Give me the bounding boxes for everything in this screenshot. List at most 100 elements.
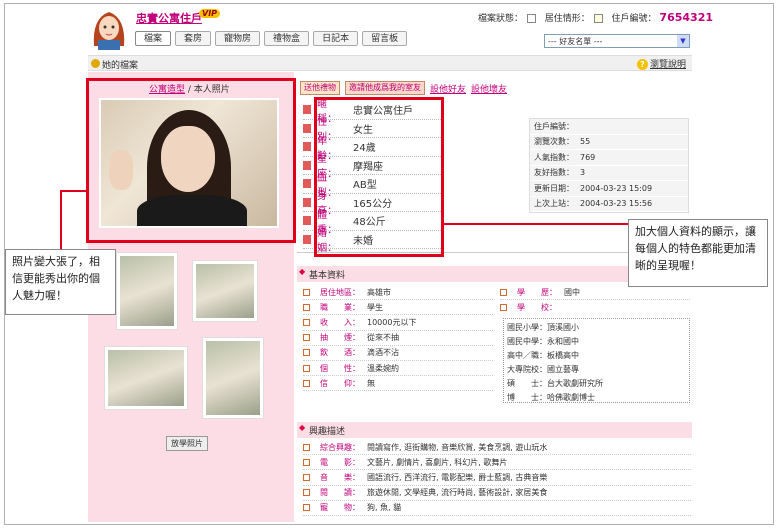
stat-value: 2004-03-23 15:09 <box>580 183 653 193</box>
vip-badge: VIP <box>199 9 221 18</box>
plus-icon <box>303 234 312 244</box>
invite-roommate-button[interactable]: 邀請他成爲我的室友 <box>345 81 425 95</box>
thumbnail-photo[interactable] <box>192 260 258 322</box>
user-avatar[interactable] <box>88 6 130 50</box>
field-value: 國語流行, 西洋流行, 電影配樂, 爵士藍調, 古典音樂 <box>367 472 548 482</box>
stat-label: 住戶編號： <box>534 121 574 131</box>
field-label: 居住地區： <box>303 287 367 298</box>
stat-label: 更新日期： <box>534 183 574 193</box>
thumbnail-photo[interactable] <box>104 346 188 410</box>
list-item: 飲 酒： 滴酒不沾 <box>303 346 493 361</box>
field-label: 電 影： <box>303 457 367 468</box>
bullet-icon <box>303 364 310 372</box>
stat-value: 3 <box>580 168 586 178</box>
field-label-text: 信 仰： <box>320 378 360 388</box>
field-label: 綜合興趣： <box>303 442 367 453</box>
site-name[interactable]: 忠實公寓住戶 <box>136 10 202 26</box>
field-label-text: 電 影： <box>320 457 360 467</box>
field-value: 國中 <box>564 287 580 297</box>
field-value: 溫柔婉約 <box>367 363 399 373</box>
stat-value: 55 <box>580 137 591 147</box>
tab-gift-box[interactable]: 禮物盒 <box>264 31 310 46</box>
tab-guestbook[interactable]: 留言板 <box>362 31 408 46</box>
field-label-text: 職 業： <box>320 302 360 312</box>
profile-bar: 她的檔案 ? 瀏覽說明 <box>88 55 692 71</box>
field-label-text: 居住地區： <box>320 287 360 297</box>
list-item: 電 影： 文藝片, 劇情片, 喜劇片, 科幻片, 歌舞片 <box>303 455 691 471</box>
list-item: 國民中學：永和國中 <box>507 337 579 346</box>
basic-info: 居住地區： 高雄市 職 業： 學生 收 入： 10000元以下 抽 煙： 從來不抽 飲 … <box>303 285 493 392</box>
stat-label: 友好指數： <box>534 168 574 178</box>
resident-id-label: 住戶編號： <box>611 14 657 24</box>
field-value: 閱讀寫作, 逛街購物, 音樂欣賞, 美食烹調, 遊山玩水 <box>367 442 548 452</box>
field-label: 飲 酒： <box>303 347 367 358</box>
action-bar: 送他禮物 邀請他成爲我的室友 設他好友 設他壞友 <box>300 81 507 95</box>
tab-pet-room[interactable]: 寵物房 <box>215 31 261 46</box>
help-link[interactable]: ? 瀏覽說明 <box>636 57 686 70</box>
status-label: 檔案狀態： <box>478 14 524 24</box>
bullet-icon <box>303 504 310 512</box>
field-value: 無 <box>367 378 375 388</box>
thumbnail-image <box>108 350 184 406</box>
stat-row: 更新日期： 2004-03-23 15:09 <box>530 181 688 197</box>
field-label: 信 仰： <box>303 378 367 389</box>
bullet-icon <box>303 318 310 326</box>
bullet-icon <box>303 288 310 296</box>
field-value: 高雄市 <box>367 287 391 297</box>
field-label: 收 入： <box>303 317 367 328</box>
list-item: 博 士：哈佛歌劇博士 <box>507 393 595 402</box>
tab-suite[interactable]: 套房 <box>175 31 212 46</box>
field-label: 閱 讀： <box>303 487 367 498</box>
send-gift-button[interactable]: 送他禮物 <box>300 81 340 95</box>
stat-label: 人氣指數： <box>534 152 574 162</box>
field-label: 音 樂： <box>303 472 367 483</box>
profile-bar-title: 她的檔案 <box>102 61 139 71</box>
thumbnail-photo[interactable] <box>116 252 178 330</box>
field-label-text: 音 樂： <box>320 472 360 482</box>
field-label-text: 綜合興趣： <box>320 442 360 452</box>
field-label: 寵 物： <box>303 502 367 513</box>
set-bad-friend-link[interactable]: 設他壞友 <box>471 82 507 95</box>
field-label: 抽 煙： <box>303 332 367 343</box>
info-highlight <box>314 97 444 257</box>
field-value: 學生 <box>367 302 383 312</box>
field-value: 文藝片, 劇情片, 喜劇片, 科幻片, 歌舞片 <box>367 457 508 467</box>
thumbnail-image <box>196 264 254 318</box>
chevron-down-icon[interactable]: ▼ <box>677 35 689 47</box>
field-value: 滴酒不沾 <box>367 348 399 358</box>
list-item: 高中／職：板橋高中 <box>507 351 579 360</box>
list-item: 抽 煙： 從來不抽 <box>303 331 493 346</box>
callout-line <box>444 223 628 225</box>
tab-profile[interactable]: 檔案 <box>135 31 172 46</box>
list-item: 閱 讀： 旅遊休閒, 文學經典, 流行時尚, 藝術設計, 家居美食 <box>303 486 691 501</box>
thumbnail-photo[interactable] <box>202 337 264 419</box>
list-item: 收 入： 10000元以下 <box>303 315 493 331</box>
tab-diary[interactable]: 日記本 <box>313 31 359 46</box>
status-icon <box>526 14 536 23</box>
set-good-friend-link[interactable]: 設他好友 <box>430 82 466 95</box>
field-label-text: 個 性： <box>320 363 360 373</box>
stat-label: 瀏覽次數： <box>534 137 574 147</box>
field-label-text: 寵 物： <box>320 503 360 513</box>
callout-line <box>60 190 62 250</box>
stat-value: 2004-03-23 15:56 <box>580 199 653 209</box>
list-item: 信 仰： 無 <box>303 376 493 392</box>
more-photos-button[interactable]: 放學照片 <box>166 436 208 451</box>
bullet-icon <box>500 288 507 296</box>
callout-line <box>60 190 88 192</box>
stat-value: 769 <box>580 152 596 162</box>
field-label: 學 歷： <box>500 287 564 298</box>
bullet-icon <box>303 489 310 497</box>
field-value: 從來不抽 <box>367 333 399 343</box>
list-item: 學 歷： 國中 <box>500 285 690 301</box>
list-item: 個 性： 溫柔婉約 <box>303 361 493 377</box>
field-label: 個 性： <box>303 363 367 374</box>
list-item: 寵 物： 狗, 魚, 貓 <box>303 501 691 516</box>
friends-select[interactable]: --- 好友名單 --- ▼ <box>544 34 690 48</box>
field-label-text: 閱 讀： <box>320 488 360 498</box>
stat-label: 上次上站： <box>534 199 574 209</box>
bullet-icon <box>303 473 310 481</box>
stats-box: 住戶編號： 瀏覽次數： 55 人氣指數： 769 友好指數： 3 更新日期： 2004-… <box>529 118 689 213</box>
right-callout: 加大個人資料的顯示，讓每個人的特色都能更加清晰的呈現喔！ <box>628 219 768 287</box>
field-label-text: 學 歷： <box>517 287 557 297</box>
